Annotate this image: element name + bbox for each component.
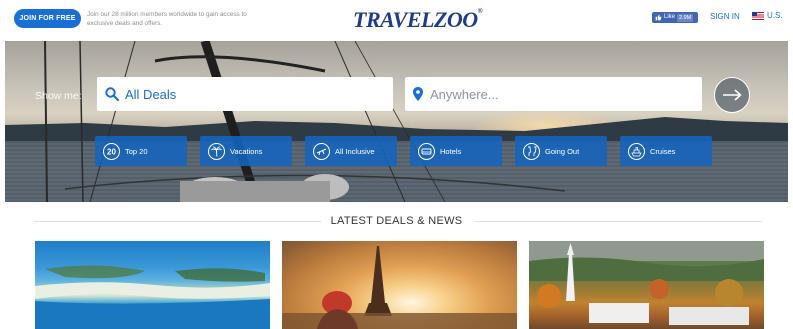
- top-20-icon: 20: [103, 142, 120, 160]
- category-top-20[interactable]: 20 Top 20: [95, 136, 187, 166]
- palm-tree-icon: [208, 142, 225, 160]
- category-label: Going Out: [545, 146, 580, 156]
- category-label: All Inclusive: [335, 146, 375, 156]
- search-go-button[interactable]: [714, 77, 750, 113]
- travelzoo-logo[interactable]: TRAVELZOO®: [353, 7, 483, 33]
- category-label: Vacations: [230, 146, 263, 156]
- show-me-label: Show me:: [35, 90, 82, 102]
- destination-placeholder: Anywhere...: [430, 86, 499, 102]
- deal-type-select[interactable]: All Deals: [97, 77, 393, 111]
- locale-label: U.S.: [767, 11, 783, 20]
- paris-eiffel-image: [282, 246, 517, 329]
- deal-card-paris[interactable]: [282, 241, 517, 329]
- hero-banner: Show me: All Deals Anywhere... 20 Top 20…: [5, 41, 788, 202]
- category-cruises[interactable]: Cruises: [620, 136, 712, 166]
- category-label: Hotels: [440, 146, 462, 156]
- category-hotels[interactable]: Hotels: [410, 136, 502, 166]
- category-label: Top 20: [125, 146, 148, 156]
- us-flag-icon: [752, 11, 764, 20]
- beach-lagoon-image: [35, 265, 270, 329]
- search-icon: [105, 87, 119, 101]
- join-promo-text: Join our 28 million members worldwide to…: [87, 11, 247, 27]
- locale-selector[interactable]: U.S.: [752, 11, 783, 20]
- sailboat-rigging: [44, 41, 566, 202]
- deal-type-value: All Deals: [125, 86, 177, 102]
- destination-input[interactable]: Anywhere...: [405, 77, 702, 111]
- category-all-inclusive[interactable]: All Inclusive: [305, 136, 397, 166]
- facebook-like-button[interactable]: Like 2.9M: [652, 12, 698, 23]
- plane-icon: [313, 142, 330, 160]
- bed-icon: [418, 142, 435, 160]
- category-buttons: 20 Top 20 Vacations All Inclusive Hotels…: [95, 136, 715, 166]
- location-pin-icon: [413, 87, 423, 101]
- like-label: Like: [664, 14, 676, 20]
- like-count: 2.9M: [677, 13, 694, 22]
- category-label: Cruises: [650, 146, 676, 156]
- deal-card-beach[interactable]: [35, 241, 270, 329]
- registered-mark: ®: [477, 7, 483, 15]
- category-going-out[interactable]: Going Out: [515, 136, 607, 166]
- arrow-right-icon: [723, 89, 742, 101]
- sign-in-link[interactable]: SIGN IN: [710, 12, 740, 21]
- svg-text:20: 20: [107, 147, 116, 156]
- ship-icon: [628, 142, 645, 160]
- deal-card-autumn-village[interactable]: [529, 241, 764, 329]
- site-header: JOIN FOR FREE Join our 28 million member…: [0, 0, 793, 40]
- thumbs-up-icon: [655, 14, 662, 21]
- cheers-icon: [523, 142, 540, 160]
- section-divider-right: [475, 221, 762, 222]
- autumn-village-image: [529, 241, 764, 325]
- join-for-free-button[interactable]: JOIN FOR FREE: [14, 9, 81, 28]
- logo-text: TRAVELZOO: [353, 7, 478, 32]
- category-vacations[interactable]: Vacations: [200, 136, 292, 166]
